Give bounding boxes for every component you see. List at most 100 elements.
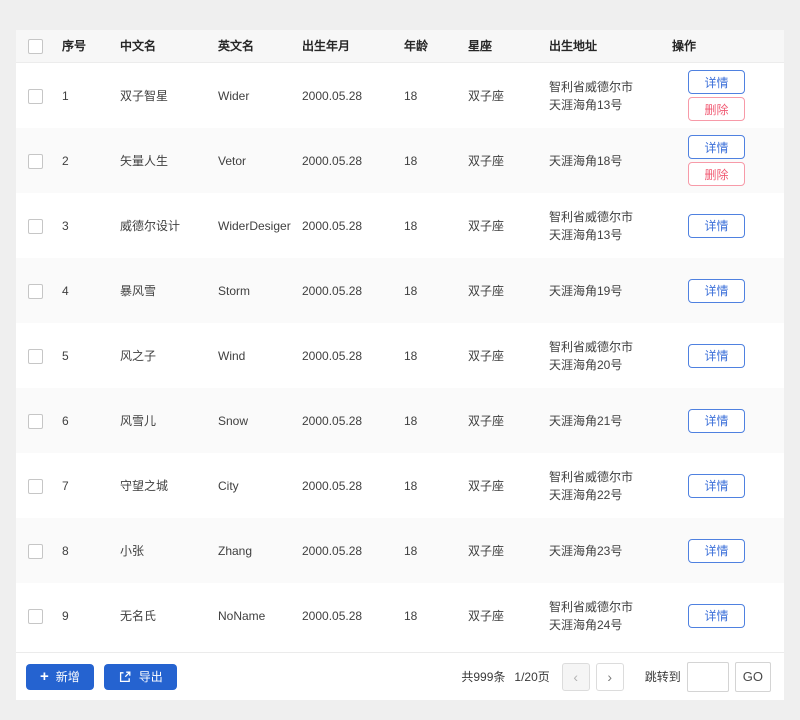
cell-birth-date: 2000.05.28	[302, 88, 363, 103]
cell-age: 18	[404, 543, 418, 558]
cell-address: 智利省威德尔市 天涯海角22号	[549, 469, 634, 502]
cell-zodiac: 双子座	[468, 413, 505, 428]
page-indicator-text: 1/20页	[514, 670, 550, 684]
go-button[interactable]: GO	[734, 661, 771, 692]
cell-actions: 详情 删除	[672, 132, 784, 189]
cell-zodiac: 双子座	[468, 478, 505, 493]
jump-to-label: 跳转到	[644, 670, 681, 684]
row-checkbox[interactable]	[28, 478, 43, 494]
cell-birth-date: 2000.05.28	[302, 478, 363, 493]
cell-zodiac: 双子座	[468, 608, 505, 623]
cell-cn-name: 双子智星	[120, 88, 169, 103]
cell-en-name: Snow	[218, 413, 249, 428]
column-header-zodiac: 星座	[468, 39, 493, 53]
row-checkbox[interactable]	[28, 218, 43, 234]
delete-button[interactable]: 删除	[688, 162, 745, 186]
detail-button[interactable]: 详情	[688, 603, 745, 628]
cell-cn-name: 风雪儿	[120, 413, 157, 428]
cell-en-name: Vetor	[218, 153, 247, 168]
cell-index: 1	[62, 88, 69, 103]
pagination: 共999条 1/20页 ‹ › 跳转到 GO	[461, 661, 771, 692]
column-header-en: 英文名	[218, 39, 255, 53]
cell-cn-name: 守望之城	[120, 478, 169, 493]
cell-checkbox	[16, 282, 62, 300]
column-header-actions: 操作	[672, 39, 697, 53]
cell-age: 18	[404, 88, 418, 103]
detail-button[interactable]: 详情	[688, 213, 745, 238]
cell-en-name: WiderDesiger	[218, 218, 291, 233]
cell-actions: 详情	[672, 211, 784, 241]
cell-cn-name: 暴风雪	[120, 283, 157, 298]
table-header-row: 序号 中文名 英文名 出生年月 年龄 星座 出生地址 操作	[16, 30, 784, 63]
detail-button[interactable]: 详情	[688, 70, 745, 94]
table-row: 7 守望之城 City 2000.05.28 18 双子座 智利省威德尔市 天涯海角22号 详…	[16, 453, 784, 518]
detail-button[interactable]: 详情	[688, 408, 745, 433]
detail-button[interactable]: 详情	[688, 135, 745, 159]
cell-actions: 详情	[672, 406, 784, 436]
header-cell-checkbox	[16, 37, 62, 55]
select-all-checkbox[interactable]	[28, 39, 43, 55]
table-row: 8 小张 Zhang 2000.05.28 18 双子座 天涯海角23号 详情	[16, 518, 784, 583]
row-checkbox[interactable]	[28, 413, 43, 429]
cell-actions: 详情	[672, 536, 784, 566]
table-row: 5 风之子 Wind 2000.05.28 18 双子座 智利省威德尔市 天涯海角20号 详情	[16, 323, 784, 388]
cell-age: 18	[404, 478, 418, 493]
cell-zodiac: 双子座	[468, 348, 505, 363]
export-button[interactable]: 导出	[103, 663, 177, 690]
cell-birth-date: 2000.05.28	[302, 153, 363, 168]
cell-zodiac: 双子座	[468, 283, 505, 298]
row-checkbox[interactable]	[28, 153, 43, 169]
cell-address: 天涯海角21号	[549, 413, 623, 428]
row-checkbox[interactable]	[28, 283, 43, 299]
detail-button[interactable]: 详情	[688, 473, 745, 498]
cell-birth-date: 2000.05.28	[302, 218, 363, 233]
cell-index: 9	[62, 608, 69, 623]
cell-checkbox	[16, 412, 62, 430]
row-checkbox[interactable]	[28, 348, 43, 364]
jump-page-input[interactable]	[686, 661, 729, 692]
cell-en-name: Storm	[218, 283, 251, 298]
export-icon	[118, 670, 132, 684]
table-row: 1 双子智星 Wider 2000.05.28 18 双子座 智利省威德尔市 天涯海角13号…	[16, 63, 784, 128]
cell-zodiac: 双子座	[468, 218, 505, 233]
column-header-address: 出生地址	[549, 39, 598, 53]
cell-checkbox	[16, 152, 62, 170]
add-button[interactable]: + 新增	[26, 663, 94, 690]
cell-en-name: City	[218, 478, 239, 493]
table-row: 6 风雪儿 Snow 2000.05.28 18 双子座 天涯海角21号 详情	[16, 388, 784, 453]
next-page-button[interactable]: ›	[595, 662, 624, 691]
cell-birth-date: 2000.05.28	[302, 608, 363, 623]
cell-checkbox	[16, 477, 62, 495]
cell-age: 18	[404, 608, 418, 623]
prev-page-button[interactable]: ‹	[561, 662, 590, 691]
cell-en-name: NoName	[218, 608, 266, 623]
chevron-left-icon: ‹	[573, 668, 579, 685]
cell-age: 18	[404, 153, 418, 168]
delete-button[interactable]: 删除	[688, 97, 745, 121]
cell-index: 5	[62, 348, 69, 363]
row-checkbox[interactable]	[28, 543, 43, 559]
cell-cn-name: 小张	[120, 543, 145, 558]
cell-index: 3	[62, 218, 69, 233]
cell-index: 8	[62, 543, 69, 558]
export-button-label: 导出	[138, 670, 163, 684]
cell-cn-name: 风之子	[120, 348, 157, 363]
cell-birth-date: 2000.05.28	[302, 283, 363, 298]
detail-button[interactable]: 详情	[688, 538, 745, 563]
cell-actions: 详情	[672, 276, 784, 306]
row-checkbox[interactable]	[28, 88, 43, 104]
row-checkbox[interactable]	[28, 608, 43, 624]
cell-actions: 详情	[672, 341, 784, 371]
footer-bar: + 新增 导出 共999条 1/20页 ‹ › 跳转到 GO	[16, 652, 784, 700]
cell-address: 天涯海角23号	[549, 543, 623, 558]
cell-index: 2	[62, 153, 69, 168]
cell-address: 智利省威德尔市 天涯海角13号	[549, 79, 634, 112]
data-table: 序号 中文名 英文名 出生年月 年龄 星座 出生地址 操作 1 双子智星 Wider 2000.05.…	[16, 30, 784, 652]
column-header-birth: 出生年月	[302, 39, 351, 53]
column-header-index: 序号	[62, 39, 87, 53]
detail-button[interactable]: 详情	[688, 278, 745, 303]
plus-icon: +	[40, 668, 49, 685]
cell-checkbox	[16, 347, 62, 365]
add-button-label: 新增	[55, 670, 80, 684]
detail-button[interactable]: 详情	[688, 343, 745, 368]
